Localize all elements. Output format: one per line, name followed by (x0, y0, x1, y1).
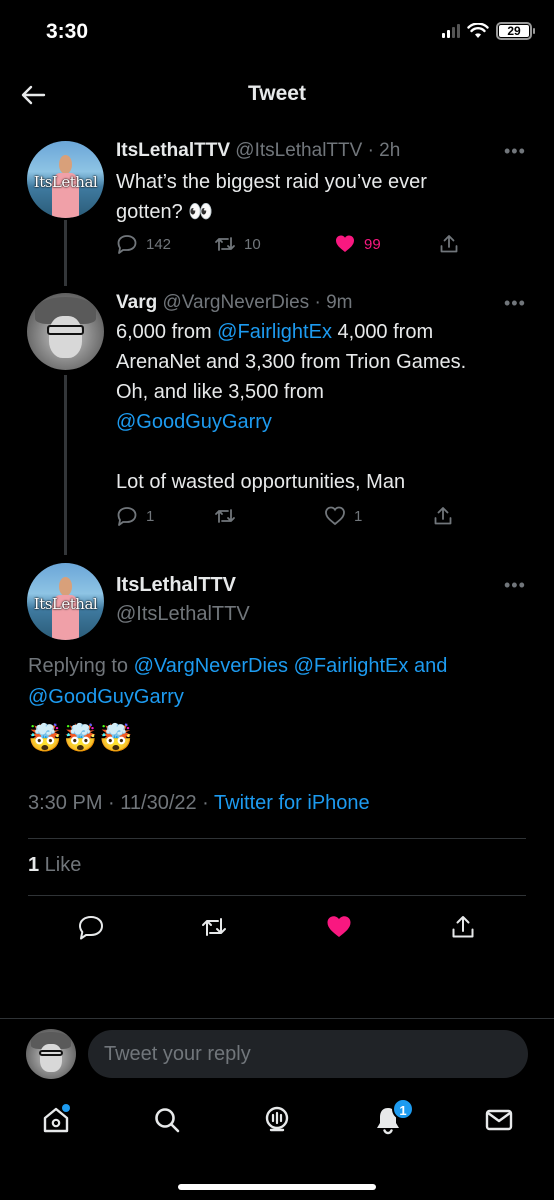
avatar-logo-text: ItsLethal (33, 173, 98, 192)
author-name[interactable]: ItsLethalTTV (116, 574, 236, 597)
reply-icon[interactable] (77, 913, 105, 941)
reply-count: 142 (146, 235, 172, 253)
reply-button[interactable]: 1 (116, 505, 214, 527)
search-icon[interactable] (151, 1104, 183, 1136)
tweet-text: 🤯🤯🤯 (28, 723, 135, 753)
tweet-header: Varg @VargNeverDies · 9m (116, 292, 352, 314)
battery-level: 29 (499, 25, 529, 37)
spaces-icon[interactable] (261, 1104, 293, 1136)
main-tweet-actions (0, 913, 554, 945)
tweet-header: ItsLethalTTV @ItsLethalTTV · 2h (116, 140, 400, 162)
home-unread-dot (62, 1104, 70, 1112)
status-time: 3:30 (46, 20, 89, 43)
reply-button[interactable]: 142 (116, 233, 214, 255)
divider (28, 895, 526, 896)
retweet-icon (215, 509, 235, 523)
tweet-text: What’s the biggest raid you’ve ever gott… (116, 167, 526, 227)
divider (0, 1018, 554, 1019)
retweet-icon (215, 237, 235, 251)
author-handle[interactable]: @VargNeverDies (162, 292, 309, 313)
like-total: 1 (28, 854, 40, 876)
source-link[interactable]: Twitter for iPhone (214, 792, 370, 814)
mention-link[interactable]: @GoodGuyGarry (28, 686, 184, 708)
tweet-line: 6,000 from @FairlightEx 4,000 from (116, 321, 434, 343)
tab-bar: 1 (0, 1094, 554, 1154)
heart-icon (336, 235, 354, 252)
like-count: 99 (364, 235, 381, 253)
avatar (26, 1029, 76, 1079)
tweet-actions: 1 1 (116, 505, 454, 527)
share-icon[interactable] (449, 913, 477, 941)
signal-icon (442, 24, 460, 38)
tweet-actions: 142 10 99 (116, 233, 460, 255)
tweet-time: · 2h (367, 140, 401, 161)
timestamp: 3:30 PM · 11/30/22 · (28, 792, 215, 814)
page-title: Tweet (248, 82, 306, 105)
retweet-button[interactable] (214, 505, 324, 527)
tweet-line: gotten? 👀 (116, 201, 214, 223)
tweet-time: · 9m (314, 292, 353, 313)
heart-icon (325, 506, 345, 526)
like-button[interactable]: 1 (324, 505, 432, 527)
header: Tweet (0, 64, 554, 124)
retweet-button[interactable]: 10 (214, 233, 334, 255)
divider (28, 838, 526, 839)
tweet-text: 6,000 from @FairlightEx 4,000 from Arena… (116, 317, 536, 497)
thread-line (64, 220, 67, 286)
wifi-icon (467, 23, 489, 38)
mention-link[interactable]: @GoodGuyGarry (116, 411, 272, 433)
thread-line (64, 375, 67, 555)
avatar[interactable]: ItsLethal (27, 141, 104, 218)
mention-link[interactable]: @VargNeverDies (134, 655, 288, 677)
reply-count: 1 (146, 507, 155, 525)
home-indicator (178, 1184, 376, 1190)
more-options-icon[interactable]: ••• (504, 575, 526, 596)
share-icon (434, 507, 452, 525)
battery-icon: 29 (496, 22, 535, 40)
tweet-line: ArenaNet and 3,300 from Trion Games. (116, 351, 467, 373)
share-button[interactable] (438, 233, 460, 255)
status-bar: 3:30 29 (0, 0, 554, 64)
status-icons: 29 (442, 22, 535, 40)
avatar-logo-text: ItsLethal (33, 595, 98, 614)
reply-input[interactable]: Tweet your reply (88, 1030, 528, 1078)
more-options-icon[interactable]: ••• (504, 141, 526, 162)
mention-and[interactable]: and (414, 655, 447, 677)
retweet-count: 10 (244, 235, 261, 253)
avatar[interactable]: ItsLethal (27, 563, 104, 640)
author-handle[interactable]: @ItsLethalTTV (116, 603, 250, 626)
tweet-meta: 3:30 PM · 11/30/22 · Twitter for iPhone (28, 792, 370, 815)
notifications-badge: 1 (392, 1098, 414, 1120)
reply-icon (117, 235, 137, 254)
replying-to: Replying to @VargNeverDies @FairlightEx … (28, 655, 448, 708)
retweet-icon[interactable] (200, 913, 228, 941)
avatar[interactable] (27, 293, 104, 370)
tweet-line: Lot of wasted opportunities, Man (116, 471, 406, 493)
mention-link[interactable]: @FairlightEx (217, 321, 332, 343)
reply-icon (117, 507, 137, 526)
share-button[interactable] (432, 505, 454, 527)
author-handle[interactable]: @ItsLethalTTV (235, 140, 362, 161)
tweet-line: What’s the biggest raid you’ve ever (116, 171, 427, 193)
tweet-line: Oh, and like 3,500 from (116, 381, 324, 403)
more-options-icon[interactable]: ••• (504, 293, 526, 314)
like-summary[interactable]: 1 Like (28, 854, 81, 877)
author-name[interactable]: ItsLethalTTV (116, 140, 230, 161)
share-icon (440, 235, 458, 253)
like-count: 1 (354, 507, 363, 525)
tweet-line: @GoodGuyGarry (116, 407, 536, 437)
author-name[interactable]: Varg (116, 292, 157, 313)
heart-icon[interactable] (325, 913, 353, 941)
mention-link[interactable]: @FairlightEx (294, 655, 409, 677)
like-button[interactable]: 99 (334, 233, 438, 255)
mail-icon[interactable] (483, 1104, 515, 1136)
